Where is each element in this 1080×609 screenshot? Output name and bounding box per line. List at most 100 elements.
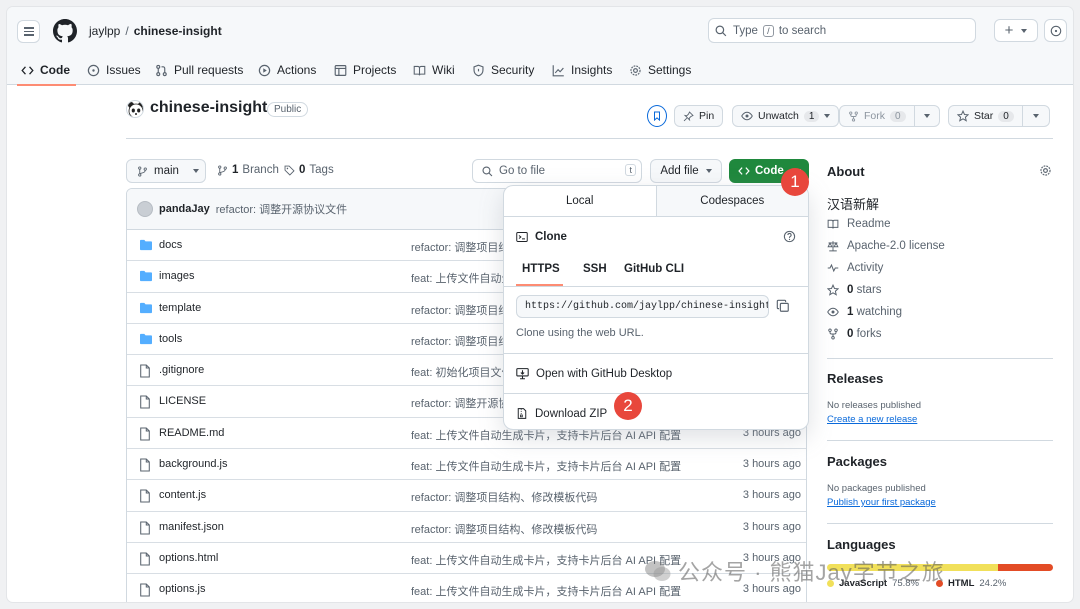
- file-commit-message[interactable]: refactor: 调整项目结: [411, 302, 509, 318]
- breadcrumb-separator: /: [125, 24, 129, 38]
- star-list-dropdown-toggle[interactable]: [1021, 106, 1049, 126]
- file-commit-message[interactable]: refactor: 调整项目结构、修改模板代码: [411, 489, 597, 505]
- activity-link[interactable]: Activity: [827, 262, 883, 274]
- open-github-desktop-item[interactable]: Open with GitHub Desktop: [516, 367, 672, 380]
- file-name-link[interactable]: content.js: [159, 489, 206, 501]
- search-placeholder-prefix: Type: [733, 24, 758, 37]
- add-file-button[interactable]: Add file: [650, 159, 722, 183]
- stars-link[interactable]: 0 stars: [827, 284, 882, 296]
- commit-author-avatar[interactable]: [137, 201, 153, 217]
- file-name-link[interactable]: manifest.json: [159, 521, 224, 533]
- breadcrumb: jaylpp / chinese-insight: [89, 24, 222, 38]
- header-divider: [126, 138, 1053, 139]
- protocol-tab-github-cli[interactable]: GitHub CLI: [624, 263, 684, 275]
- unwatch-button[interactable]: Unwatch 1: [732, 105, 840, 127]
- file-commit-message[interactable]: refactor: 调整项目结: [411, 333, 509, 349]
- dropdown-divider: [504, 353, 808, 354]
- file-name-link[interactable]: options.html: [159, 552, 218, 564]
- hamburger-menu-button[interactable]: [17, 20, 40, 43]
- tab-local[interactable]: Local: [504, 186, 656, 216]
- license-label: Apache-2.0 license: [847, 240, 945, 252]
- issues-shortcut-button[interactable]: [1044, 19, 1067, 42]
- copy-icon[interactable]: [776, 299, 790, 313]
- wechat-watermark: 公众号 · 熊猫Jay字节之旅: [644, 555, 945, 587]
- branches-link[interactable]: 1 Branch: [217, 164, 279, 176]
- global-search-input[interactable]: Type / to search: [708, 18, 976, 43]
- tab-pull-requests[interactable]: Pull requests: [155, 55, 243, 85]
- tags-label: Tags: [309, 164, 334, 176]
- tab-projects[interactable]: Projects: [334, 55, 396, 85]
- commit-author[interactable]: pandaJay: [159, 203, 210, 215]
- releases-empty-text: No releases published: [827, 400, 922, 411]
- star-label: Star: [974, 110, 994, 122]
- branch-selector[interactable]: main: [126, 159, 206, 183]
- tab-settings[interactable]: Settings: [629, 55, 691, 85]
- commit-message[interactable]: refactor: 调整开源协议文件: [216, 201, 347, 217]
- tab-label: Security: [491, 63, 535, 77]
- tab-insights[interactable]: Insights: [552, 55, 612, 85]
- breadcrumb-repo-link[interactable]: chinese-insight: [134, 24, 222, 38]
- file-icon: [140, 521, 150, 535]
- license-link[interactable]: Apache-2.0 license: [827, 240, 945, 252]
- tags-link[interactable]: 0 Tags: [284, 164, 334, 176]
- file-name-link[interactable]: background.js: [159, 458, 228, 470]
- clone-url-field[interactable]: https://github.com/jaylpp/chinese-insigh…: [516, 295, 769, 318]
- file-commit-message[interactable]: refactor: 调整项目结构、修改模板代码: [411, 521, 597, 537]
- file-name-link[interactable]: options.js: [159, 583, 205, 595]
- github-logo-icon[interactable]: [53, 19, 77, 43]
- file-commit-message[interactable]: feat: 上传文件自动生成卡片，支持卡片后台 AI API 配置: [411, 583, 681, 599]
- file-commit-message[interactable]: feat: 上传文件自动生: [411, 270, 512, 286]
- tab-issues[interactable]: Issues: [87, 55, 141, 85]
- file-name-link[interactable]: docs: [159, 239, 182, 251]
- forks-link[interactable]: 0 forks: [827, 328, 882, 340]
- create-new-button[interactable]: +: [994, 19, 1038, 42]
- repo-owner-avatar[interactable]: [126, 100, 144, 118]
- repo-title[interactable]: chinese-insight: [150, 99, 267, 117]
- file-name-link[interactable]: images: [159, 270, 194, 282]
- file-name-link[interactable]: template: [159, 302, 201, 314]
- file-commit-message[interactable]: feat: 上传文件自动生成卡片，支持卡片后台 AI API 配置: [411, 552, 681, 568]
- file-name-link[interactable]: LICENSE: [159, 395, 206, 407]
- publish-package-link[interactable]: Publish your first package: [827, 497, 936, 508]
- protocol-tab-https[interactable]: HTTPS: [522, 263, 560, 275]
- tab-code[interactable]: Code: [17, 55, 76, 86]
- chevron-down-icon: [192, 169, 199, 173]
- gear-icon[interactable]: [1039, 164, 1052, 177]
- file-commit-message[interactable]: feat: 初始化项目文件: [411, 364, 512, 380]
- question-icon[interactable]: [783, 230, 796, 243]
- go-to-file-input[interactable]: Go to file t: [472, 159, 642, 183]
- fork-dropdown-toggle[interactable]: [913, 106, 939, 126]
- tab-wiki[interactable]: Wiki: [413, 55, 455, 85]
- code-icon: [738, 167, 750, 175]
- book-icon: [827, 219, 839, 229]
- file-name-link[interactable]: README.md: [159, 427, 224, 439]
- tab-security[interactable]: Security: [472, 55, 534, 85]
- breadcrumb-owner-link[interactable]: jaylpp: [89, 24, 120, 38]
- tag-icon: [284, 165, 295, 176]
- language-item-html[interactable]: HTML 24.2%: [936, 578, 1006, 589]
- star-icon: [827, 284, 839, 296]
- watch-status-button[interactable]: [647, 105, 667, 127]
- star-button[interactable]: Star 0: [948, 105, 1050, 127]
- file-name-link[interactable]: .gitignore: [159, 364, 204, 376]
- play-icon: [258, 64, 271, 76]
- file-commit-message[interactable]: feat: 上传文件自动生成卡片，支持卡片后台 AI API 配置: [411, 458, 681, 474]
- file-commit-message[interactable]: refactor: 调整开源协: [411, 395, 509, 411]
- create-release-link[interactable]: Create a new release: [827, 414, 917, 425]
- file-row[interactable]: content.js refactor: 调整项目结构、修改模板代码 3 hours…: [127, 480, 806, 512]
- fork-button[interactable]: Fork 0: [839, 105, 940, 127]
- releases-heading[interactable]: Releases: [827, 371, 883, 386]
- pin-button[interactable]: Pin: [674, 105, 724, 127]
- protocol-tab-ssh[interactable]: SSH: [583, 263, 607, 275]
- readme-link[interactable]: Readme: [827, 218, 890, 230]
- file-name-link[interactable]: tools: [159, 333, 182, 345]
- tab-actions[interactable]: Actions: [258, 55, 316, 85]
- file-row[interactable]: background.js feat: 上传文件自动生成卡片，支持卡片后台 AI …: [127, 449, 806, 481]
- file-commit-time: 3 hours ago: [742, 520, 801, 533]
- packages-heading[interactable]: Packages: [827, 454, 887, 469]
- tab-label: Insights: [571, 63, 613, 77]
- download-zip-item[interactable]: Download ZIP: [516, 407, 607, 420]
- file-commit-message[interactable]: refactor: 调整项目结: [411, 239, 509, 255]
- file-row[interactable]: manifest.json refactor: 调整项目结构、修改模板代码 3 ho…: [127, 512, 806, 543]
- watchers-link[interactable]: 1 watching: [827, 306, 902, 318]
